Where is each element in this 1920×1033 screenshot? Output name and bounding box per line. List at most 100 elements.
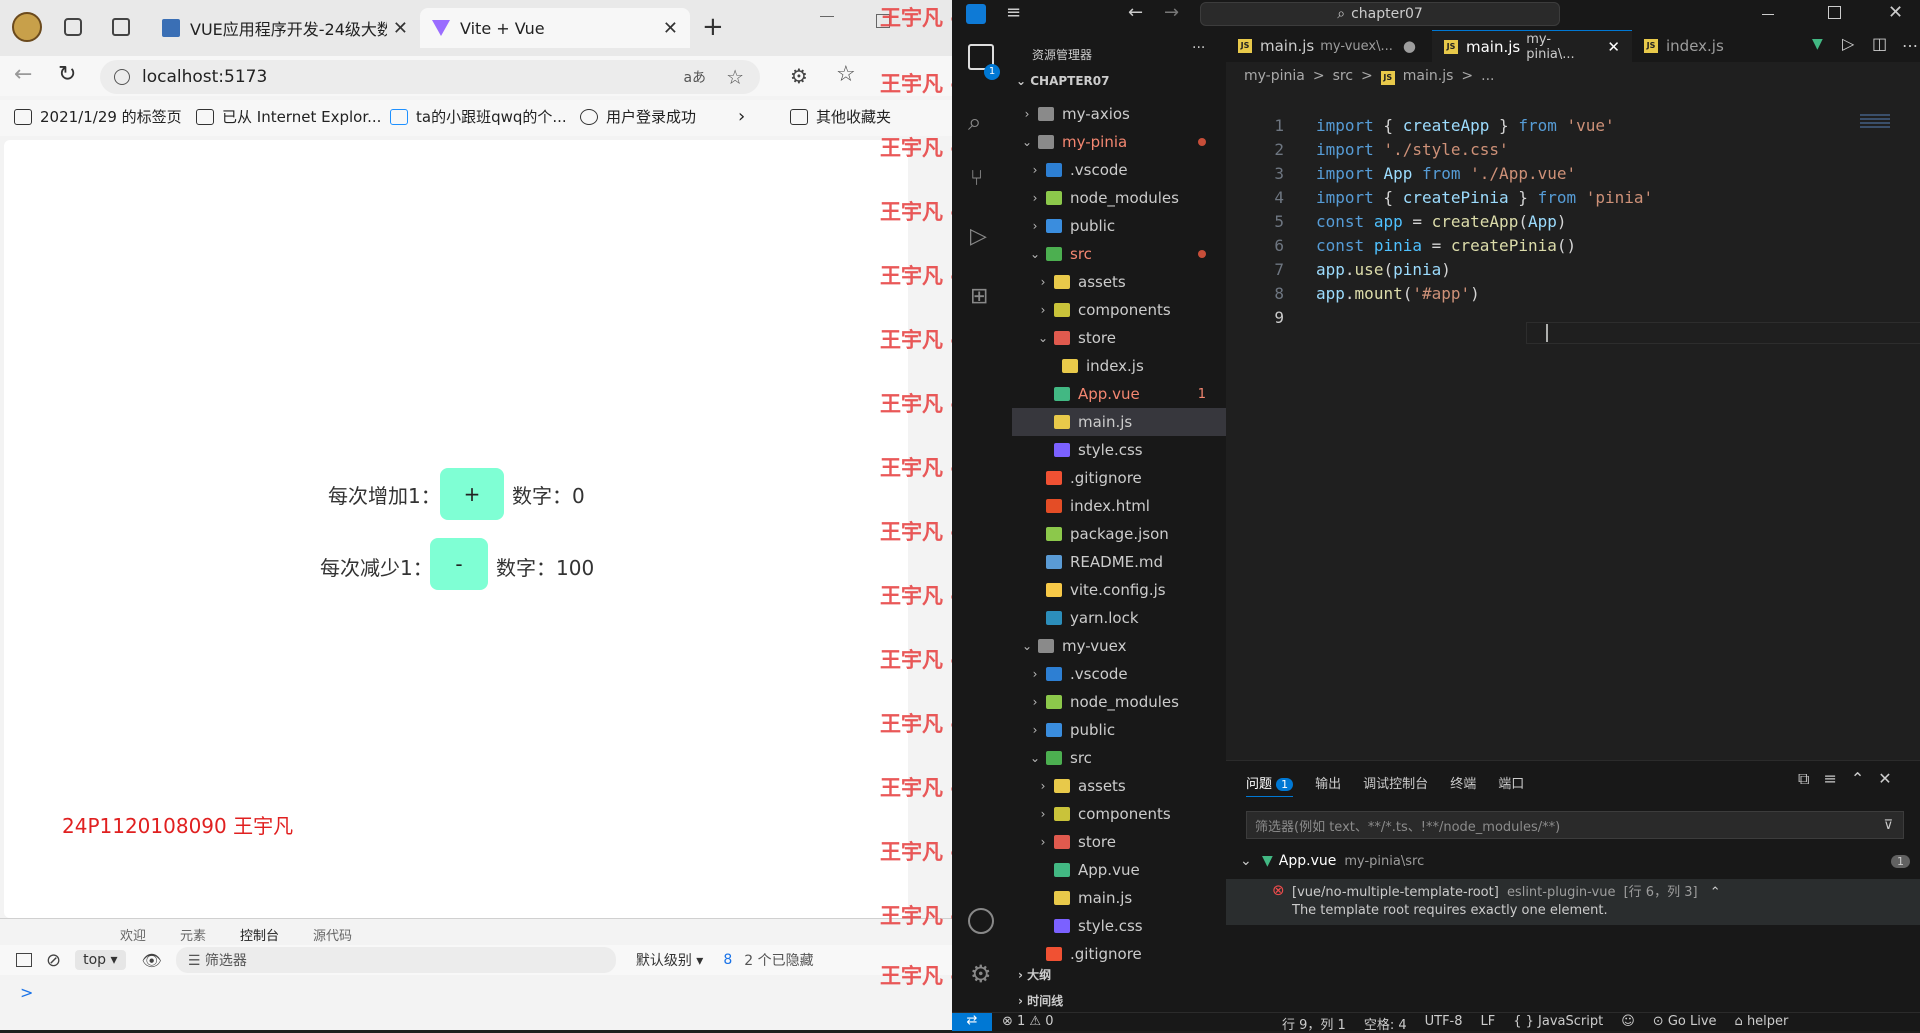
chevron-up-icon[interactable]: ⌃ bbox=[1851, 769, 1864, 789]
tree-item[interactable]: style.css bbox=[1012, 436, 1226, 464]
increment-button[interactable]: + bbox=[440, 468, 504, 520]
tree-item[interactable]: style.css bbox=[1012, 912, 1226, 940]
code-line[interactable]: app.mount('#app') bbox=[1316, 282, 1480, 306]
tree-item[interactable]: main.js bbox=[1012, 884, 1226, 912]
clear-console-icon[interactable]: ⊘ bbox=[46, 950, 61, 971]
workspaces-icon[interactable] bbox=[64, 18, 82, 36]
console-filter[interactable]: ☰ 筛选器 bbox=[175, 947, 616, 973]
tree-item[interactable]: yarn.lock bbox=[1012, 604, 1226, 632]
tree-item[interactable]: › my-axios bbox=[1012, 100, 1226, 128]
tree-item[interactable]: ⌄ src bbox=[1012, 744, 1226, 772]
run-icon[interactable]: ▷ bbox=[1842, 34, 1854, 53]
panel-tab-ports[interactable]: 端口 bbox=[1498, 773, 1524, 797]
extensions-icon[interactable]: ⚙ bbox=[790, 64, 808, 88]
back-icon[interactable]: ← bbox=[14, 62, 32, 87]
devtools-tab-console[interactable]: 控制台 bbox=[240, 925, 279, 944]
new-tab-button[interactable]: + bbox=[702, 12, 724, 42]
code-line[interactable]: app.use(pinia) bbox=[1316, 258, 1451, 282]
tree-item[interactable]: .gitignore bbox=[1012, 940, 1226, 968]
tree-item[interactable]: index.html bbox=[1012, 492, 1226, 520]
copy-icon[interactable]: ⧉ bbox=[1798, 769, 1809, 789]
decrement-button[interactable]: - bbox=[430, 538, 488, 590]
account-icon[interactable] bbox=[968, 908, 994, 934]
menu-icon[interactable]: ≡ bbox=[1006, 2, 1021, 23]
problem-item[interactable]: ⊗ [vue/no-multiple-template-root] eslint… bbox=[1226, 879, 1920, 925]
devtools-tab-welcome[interactable]: 欢迎 bbox=[120, 925, 146, 944]
sidebar-toggle-icon[interactable] bbox=[16, 953, 32, 967]
panel-tab-problems[interactable]: 问题 1 bbox=[1246, 773, 1294, 797]
close-tab-icon[interactable]: ✕ bbox=[393, 18, 408, 39]
close-window-icon[interactable]: ✕ bbox=[1888, 2, 1903, 23]
timeline-section[interactable]: › 时间线 bbox=[1018, 992, 1063, 1009]
live-expression-icon[interactable]: 👁 bbox=[142, 951, 162, 970]
profile-avatar[interactable] bbox=[12, 12, 42, 42]
breadcrumb-item[interactable]: my-pinia bbox=[1244, 68, 1305, 85]
tree-item[interactable]: package.json bbox=[1012, 520, 1226, 548]
tree-item[interactable]: › public bbox=[1012, 212, 1226, 240]
explorer-more-icon[interactable]: ··· bbox=[1192, 40, 1205, 56]
tree-item[interactable]: › assets bbox=[1012, 268, 1226, 296]
filter-icon[interactable]: ⊽ bbox=[1883, 818, 1893, 833]
tree-item[interactable]: › node_modules bbox=[1012, 184, 1226, 212]
command-center[interactable]: ⌕ chapter07 bbox=[1200, 2, 1560, 26]
devtools-tab-sources[interactable]: 源代码 bbox=[313, 925, 352, 944]
tree-item[interactable]: README.md bbox=[1012, 548, 1226, 576]
problems-filter[interactable]: 筛选器(例如 text、**/*.ts、!**/node_modules/**)… bbox=[1246, 811, 1904, 839]
list-icon[interactable]: ≡ bbox=[1823, 769, 1836, 789]
favorite-item[interactable]: 已从 Internet Explor... bbox=[196, 106, 381, 127]
tree-item[interactable]: › components bbox=[1012, 800, 1226, 828]
site-info-icon[interactable] bbox=[114, 69, 130, 85]
other-favorites[interactable]: 其他收藏夹 bbox=[790, 106, 891, 127]
language-mode[interactable]: { } JavaScript bbox=[1513, 1014, 1603, 1033]
favorites-icon[interactable]: ☆ bbox=[836, 62, 856, 87]
address-bar[interactable]: localhost:5173 aあ ☆ bbox=[100, 60, 760, 94]
code-line[interactable]: import App from './App.vue' bbox=[1316, 162, 1576, 186]
read-aloud-icon[interactable]: aあ bbox=[683, 67, 706, 87]
panel-tab-terminal[interactable]: 终端 bbox=[1450, 773, 1476, 797]
settings-gear-icon[interactable]: ⚙ bbox=[970, 960, 992, 988]
browser-tab-2[interactable]: Vite + Vue ✕ bbox=[420, 8, 690, 48]
url-text[interactable]: localhost:5173 bbox=[142, 67, 683, 87]
minimize-icon[interactable] bbox=[820, 16, 834, 17]
tree-item[interactable]: .gitignore bbox=[1012, 464, 1226, 492]
editor-tab[interactable]: JS index.js bbox=[1632, 30, 1752, 62]
minimize-icon[interactable] bbox=[1762, 14, 1774, 15]
split-editor-icon[interactable]: ◫ bbox=[1872, 34, 1887, 53]
favorite-item[interactable]: 2021/1/29 的标签页 bbox=[14, 106, 182, 127]
workspace-root[interactable]: ⌄ CHAPTER07 bbox=[1016, 74, 1110, 88]
vue-icon[interactable]: ▼ bbox=[1812, 36, 1823, 52]
favorite-item[interactable]: ta的小跟班qwq的个... bbox=[390, 106, 567, 127]
nav-forward-icon[interactable]: → bbox=[1164, 2, 1179, 23]
run-debug-icon[interactable]: ▷ bbox=[970, 224, 987, 249]
breadcrumb-item[interactable]: JS main.js bbox=[1380, 68, 1453, 85]
outline-section[interactable]: › 大纲 bbox=[1018, 966, 1051, 983]
breadcrumb-item[interactable]: src bbox=[1333, 68, 1353, 85]
favorites-overflow-icon[interactable]: › bbox=[738, 106, 745, 127]
tree-item[interactable]: ⌄ my-pinia bbox=[1012, 128, 1226, 156]
breadcrumb-item[interactable]: ... bbox=[1481, 68, 1494, 85]
log-level-select[interactable]: 默认级别 ▾ bbox=[636, 950, 703, 970]
minimap[interactable] bbox=[1860, 114, 1890, 130]
extensions-icon[interactable]: ⊞ bbox=[970, 284, 988, 309]
source-control-icon[interactable]: ⑂ bbox=[970, 166, 983, 191]
maximize-icon[interactable] bbox=[1828, 6, 1841, 19]
tree-item[interactable]: › assets bbox=[1012, 772, 1226, 800]
close-tab-icon[interactable]: ✕ bbox=[663, 18, 678, 39]
panel-tab-output[interactable]: 输出 bbox=[1315, 773, 1341, 797]
problems-status[interactable]: ⊗ 1 ⚠ 0 bbox=[1002, 1014, 1054, 1029]
favorite-item[interactable]: 用户登录成功 bbox=[580, 106, 696, 127]
tree-item[interactable]: App.vue bbox=[1012, 856, 1226, 884]
chevron-up-icon[interactable]: ⌃ bbox=[1710, 885, 1721, 900]
tree-item[interactable]: › components bbox=[1012, 296, 1226, 324]
encoding[interactable]: UTF-8 bbox=[1425, 1014, 1463, 1033]
problem-file-row[interactable]: ⌄ ▼ App.vue my-pinia\src 1 bbox=[1240, 853, 1920, 869]
editor-tab-active[interactable]: JS main.js my-pinia\... ✕ bbox=[1432, 30, 1632, 62]
reload-icon[interactable]: ↻ bbox=[58, 62, 76, 87]
tree-item[interactable]: › store bbox=[1012, 828, 1226, 856]
cursor-position[interactable]: 行 9，列 1 bbox=[1282, 1014, 1346, 1033]
unsaved-dot-icon[interactable]: ● bbox=[1403, 37, 1416, 55]
code-line[interactable]: import './style.css' bbox=[1316, 138, 1509, 162]
editor-tab[interactable]: JS main.js my-vuex\... ● bbox=[1226, 30, 1432, 62]
panel-tab-debug-console[interactable]: 调试控制台 bbox=[1363, 773, 1428, 797]
browser-tab-1[interactable]: VUE应用程序开发-24级大数据 ✕ bbox=[150, 8, 420, 48]
